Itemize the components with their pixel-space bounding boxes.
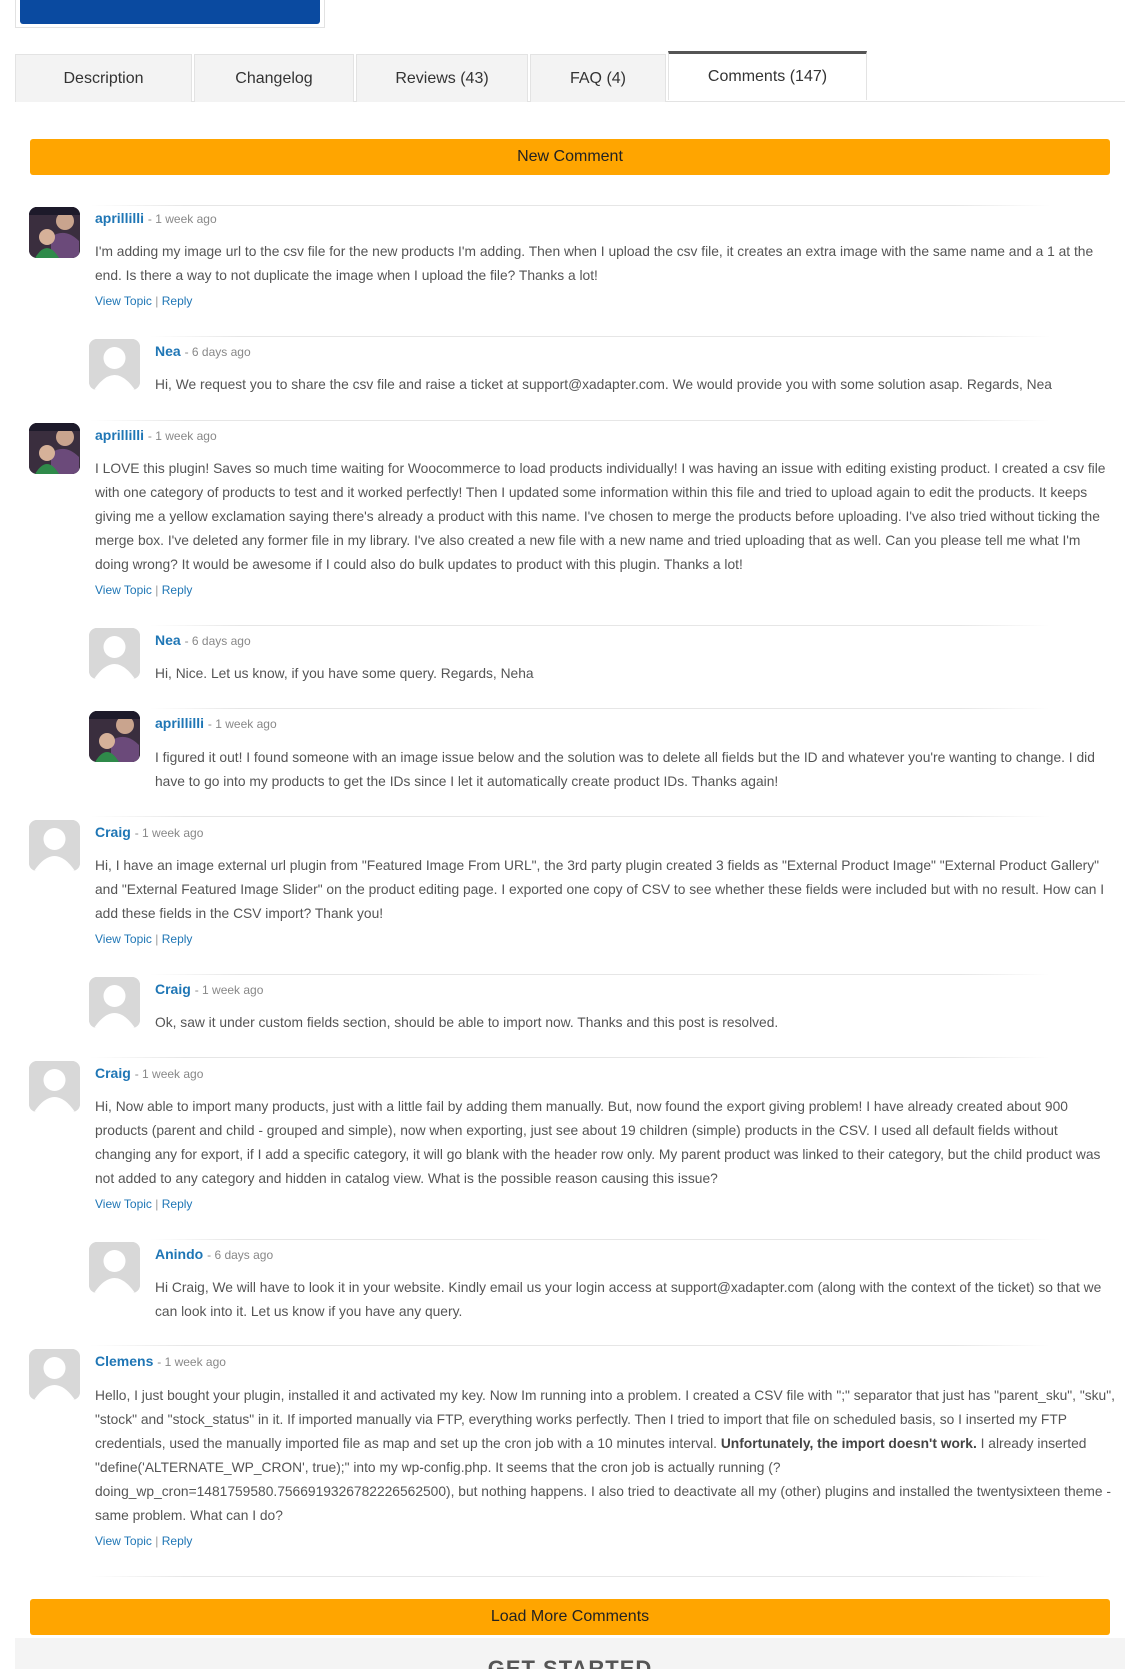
comment-text: I'm adding my image url to the csv file … xyxy=(95,244,1094,283)
avatar xyxy=(89,711,140,762)
comment-text: Hi, We request you to share the csv file… xyxy=(155,377,1052,392)
view-topic-link[interactable]: View Topic xyxy=(95,294,152,308)
comment-text: Hi, I have an image external url plugin … xyxy=(95,858,1105,921)
reply-link[interactable]: Reply xyxy=(162,583,193,597)
product-card xyxy=(15,0,325,28)
comment-time: - 1 week ago xyxy=(147,429,217,443)
avatar xyxy=(29,423,80,474)
divider xyxy=(150,1239,1050,1240)
comment-time: - 6 days ago xyxy=(184,345,251,359)
tab-faq[interactable]: FAQ (4) xyxy=(530,54,666,102)
comment-text: I LOVE this plugin! Saves so much time w… xyxy=(95,461,1106,572)
comment-time: - 1 week ago xyxy=(134,1067,204,1081)
comment-time: - 1 week ago xyxy=(147,212,217,226)
avatar xyxy=(29,207,80,258)
footer-section: GET STARTED xyxy=(15,1638,1125,1669)
tab-description[interactable]: Description xyxy=(15,54,192,102)
reply-link[interactable]: Reply xyxy=(162,1534,193,1548)
divider xyxy=(90,205,1050,206)
new-comment-button[interactable]: New Comment xyxy=(30,139,1110,175)
footer-heading: GET STARTED xyxy=(487,1656,653,1669)
view-topic-link[interactable]: View Topic xyxy=(95,583,152,597)
comment-links: View Topic | Reply xyxy=(95,583,193,597)
comment-author[interactable]: Craig - 1 week ago xyxy=(95,1065,203,1081)
divider xyxy=(150,336,1050,337)
comment-time: - 1 week ago xyxy=(207,717,277,731)
comment-author[interactable]: Nea - 6 days ago xyxy=(155,632,251,648)
comment-author[interactable]: Nea - 6 days ago xyxy=(155,343,251,359)
comment-text: Ok, saw it under custom fields section, … xyxy=(155,1015,779,1030)
comment-text: Hi, Nice. Let us know, if you have some … xyxy=(155,666,534,681)
load-more-comments-button[interactable]: Load More Comments xyxy=(30,1599,1110,1635)
divider xyxy=(90,420,1050,421)
comment-author[interactable]: Craig - 1 week ago xyxy=(155,981,263,997)
comment-author[interactable]: Craig - 1 week ago xyxy=(95,824,203,840)
comment-author[interactable]: Clemens - 1 week ago xyxy=(95,1353,226,1369)
avatar xyxy=(29,820,80,871)
avatar xyxy=(89,628,140,679)
avatar xyxy=(29,1349,80,1400)
comment-time: - 1 week ago xyxy=(157,1355,226,1369)
divider xyxy=(90,1057,1050,1058)
view-topic-link[interactable]: View Topic xyxy=(95,932,152,946)
tab-changelog[interactable]: Changelog xyxy=(194,54,354,102)
divider xyxy=(90,816,1050,817)
comment-links: View Topic | Reply xyxy=(95,932,193,946)
avatar xyxy=(89,339,140,390)
comment-author[interactable]: Anindo - 6 days ago xyxy=(155,1246,273,1262)
product-tabs: Description Changelog Reviews (43) FAQ (… xyxy=(15,51,1125,102)
comment-links: View Topic | Reply xyxy=(95,294,193,308)
comment-time: - 1 week ago xyxy=(134,826,204,840)
divider xyxy=(150,625,1050,626)
comment-text: Hi Craig, We will have to look it in you… xyxy=(155,1280,1102,1319)
comment-text: I figured it out! I found someone with a… xyxy=(155,750,1095,789)
divider xyxy=(150,708,1050,709)
comment-author[interactable]: aprillilli - 1 week ago xyxy=(95,427,217,443)
divider xyxy=(90,1576,1050,1577)
reply-link[interactable]: Reply xyxy=(162,1197,193,1211)
reply-link[interactable]: Reply xyxy=(162,294,193,308)
avatar xyxy=(89,1242,140,1293)
comment-author[interactable]: aprillilli - 1 week ago xyxy=(155,715,277,731)
divider xyxy=(150,974,1050,975)
divider xyxy=(90,1345,1050,1346)
avatar xyxy=(29,1061,80,1112)
tab-reviews[interactable]: Reviews (43) xyxy=(356,54,528,102)
comment-links: View Topic | Reply xyxy=(95,1534,193,1548)
avatar xyxy=(89,977,140,1028)
view-topic-link[interactable]: View Topic xyxy=(95,1197,152,1211)
comment-text: Hi, Now able to import many products, ju… xyxy=(95,1099,1101,1186)
download-button[interactable] xyxy=(20,0,320,24)
comment-time: - 6 days ago xyxy=(184,634,251,648)
comment-time: - 1 week ago xyxy=(194,983,264,997)
tab-comments[interactable]: Comments (147) xyxy=(668,51,867,100)
comment-time: - 6 days ago xyxy=(207,1248,274,1262)
comment-author[interactable]: aprillilli - 1 week ago xyxy=(95,210,217,226)
comment-links: View Topic | Reply xyxy=(95,1197,193,1211)
comment-text: Hello, I just bought your plugin, instal… xyxy=(95,1388,1115,1523)
reply-link[interactable]: Reply xyxy=(162,932,193,946)
view-topic-link[interactable]: View Topic xyxy=(95,1534,152,1548)
